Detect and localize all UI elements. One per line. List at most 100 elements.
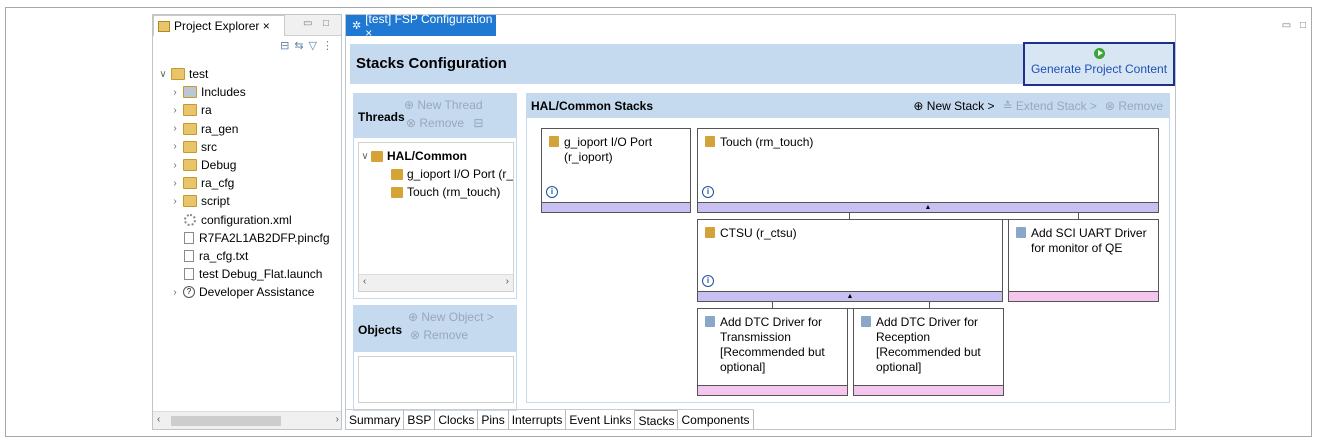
chevron-right-icon[interactable]: › — [169, 87, 181, 98]
tab-interrupts[interactable]: Interrupts — [509, 410, 567, 429]
module-label: Add DTC Driver for Reception [Recommende… — [876, 315, 981, 374]
info-icon[interactable]: i — [546, 186, 558, 198]
tab-event-links[interactable]: Event Links — [566, 410, 636, 429]
module-label: Add DTC Driver for Transmission [Recomme… — [720, 315, 825, 374]
tree-item[interactable]: test Debug_Flat.launch — [157, 265, 341, 283]
module-footer[interactable]: ▲ — [698, 291, 1002, 301]
chevron-right-icon[interactable]: › — [169, 105, 181, 116]
objects-title: Objects — [358, 323, 403, 337]
tree-item-label: ra_cfg.txt — [199, 248, 249, 263]
chevron-right-icon[interactable]: › — [169, 141, 181, 152]
tree-item[interactable]: configuration.xml — [157, 211, 341, 229]
thread-item[interactable]: Touch (rm_touch) — [359, 183, 513, 201]
folder-icon — [183, 104, 197, 117]
extend-stack-button[interactable]: ≛ Extend Stack > — [1002, 99, 1096, 113]
folder-icon — [183, 177, 197, 190]
tree-item[interactable]: ra_cfg.txt — [157, 247, 341, 265]
tab-components[interactable]: Components — [678, 410, 754, 429]
module-ctsu[interactable]: CTSU (r_ctsu) i ▲ — [697, 219, 1003, 302]
tree-item-label: configuration.xml — [201, 212, 292, 227]
tab-clocks[interactable]: Clocks — [435, 410, 479, 429]
threads-header: Threads ⊕ New Thread ⊗ Remove ⊟ — [354, 94, 516, 138]
module-touch[interactable]: Touch (rm_touch) i ▲ — [697, 128, 1159, 213]
tree-item[interactable]: › Debug — [157, 156, 341, 174]
remove-object-label: Remove — [423, 328, 469, 342]
thread-item[interactable]: g_ioport I/O Port (r_ — [359, 165, 513, 183]
chevron-right-icon[interactable]: › — [169, 123, 181, 134]
tree-item[interactable]: › ra_cfg — [157, 174, 341, 192]
remove-object-button[interactable]: ⊗ Remove — [410, 328, 468, 342]
new-stack-button[interactable]: ⊕ New Stack > — [913, 99, 994, 113]
thread-label: HAL/Common — [387, 149, 467, 163]
editor-bottom-tabs: Summary BSP Clocks Pins Interrupts Event Link… — [346, 409, 754, 429]
module-label: Touch (rm_touch) — [720, 135, 814, 149]
new-object-button[interactable]: ⊕ New Object > — [408, 310, 494, 324]
tab-stacks[interactable]: Stacks — [635, 410, 679, 429]
module-icon — [391, 186, 403, 198]
tree-item[interactable]: › ra_gen — [157, 120, 341, 138]
tree-item[interactable]: ›? Developer Assistance — [157, 283, 341, 301]
new-thread-button[interactable]: ⊕ New Thread — [404, 98, 483, 112]
page-title: Stacks Configuration — [356, 55, 507, 72]
scroll-right-icon[interactable]: › — [336, 414, 339, 425]
module-ioport[interactable]: g_ioport I/O Port (r_ioport) i — [541, 128, 691, 213]
add-module-icon — [705, 316, 715, 327]
filter-icon[interactable]: ▽ — [309, 39, 317, 52]
chevron-right-icon[interactable]: › — [169, 178, 181, 189]
minimize-icon[interactable]: ▭ — [1282, 20, 1291, 31]
tab-bsp[interactable]: BSP — [404, 410, 436, 429]
scroll-left-icon[interactable]: ‹ — [157, 414, 160, 425]
info-icon[interactable]: i — [702, 275, 714, 287]
scrollbar-thumb[interactable] — [171, 416, 281, 426]
new-thread-label: New Thread — [417, 98, 483, 112]
threads-title: Threads — [358, 110, 405, 124]
chevron-down-icon[interactable]: ∨ — [359, 151, 371, 162]
view-menu-icon[interactable]: ⋮ — [322, 39, 333, 52]
tab-pins[interactable]: Pins — [478, 410, 509, 429]
tree-item-label: R7FA2L1AB2DFP.pincfg — [199, 230, 330, 245]
chevron-right-icon[interactable]: › — [169, 196, 181, 207]
maximize-icon[interactable]: □ — [1300, 20, 1306, 31]
module-dtc-reception[interactable]: Add DTC Driver for Reception [Recommende… — [853, 308, 1004, 396]
module-footer[interactable]: ▲ — [698, 202, 1158, 212]
scroll-left-icon[interactable]: ‹ — [363, 276, 366, 287]
chevron-right-icon[interactable]: › — [169, 287, 181, 298]
generate-project-content-button[interactable]: Generate Project Content — [1023, 42, 1175, 86]
collapse-icon[interactable]: ⊟ — [473, 116, 483, 130]
minimize-icon[interactable]: ▭ — [303, 18, 312, 29]
scroll-right-icon[interactable]: › — [506, 276, 509, 287]
add-module-icon — [1016, 227, 1026, 238]
module-footer — [542, 202, 690, 212]
project-explorer-tab[interactable]: Project Explorer × — [153, 15, 285, 36]
chevron-right-icon[interactable]: › — [169, 160, 181, 171]
maximize-icon[interactable]: □ — [323, 18, 329, 29]
tree-item-label: src — [201, 139, 217, 154]
module-dtc-transmission[interactable]: Add DTC Driver for Transmission [Recomme… — [697, 308, 848, 396]
module-label: g_ioport I/O Port (r_ioport) — [564, 135, 653, 164]
tree-item[interactable]: › ra — [157, 101, 341, 119]
fsp-configuration-tab[interactable]: ✲ [test] FSP Configuration × — [346, 12, 496, 40]
tree-item-label: Includes — [201, 85, 246, 100]
link-editor-icon[interactable]: ⇆ — [294, 39, 303, 52]
tree-item[interactable]: › Includes — [157, 83, 341, 101]
add-module-icon — [861, 316, 871, 327]
module-label: CTSU (r_ctsu) — [720, 226, 797, 240]
tree-item[interactable]: › src — [157, 138, 341, 156]
tab-summary[interactable]: Summary — [346, 410, 405, 429]
collapse-all-icon[interactable]: ⊟ — [280, 39, 289, 52]
chevron-down-icon[interactable]: ∨ — [157, 69, 169, 80]
remove-stack-button[interactable]: ⊗ Remove — [1105, 99, 1163, 113]
objects-list — [358, 356, 514, 403]
tree-item[interactable]: ∨ test — [157, 65, 341, 83]
horizontal-scrollbar[interactable]: ‹ › — [153, 411, 341, 429]
thread-item[interactable]: ∨ HAL/Common — [359, 147, 513, 165]
threads-scrollbar[interactable]: ‹ › — [359, 274, 513, 291]
remove-thread-button[interactable]: ⊗ Remove ⊟ — [406, 116, 483, 130]
tree-item[interactable]: R7FA2L1AB2DFP.pincfg — [157, 229, 341, 247]
tree-item[interactable]: › script — [157, 192, 341, 210]
project-explorer-icon — [158, 20, 170, 32]
help-icon: ? — [183, 286, 195, 299]
module-sci-uart[interactable]: Add SCI UART Driver for monitor of QE — [1008, 219, 1159, 302]
info-icon[interactable]: i — [702, 186, 714, 198]
file-icon — [184, 231, 194, 244]
